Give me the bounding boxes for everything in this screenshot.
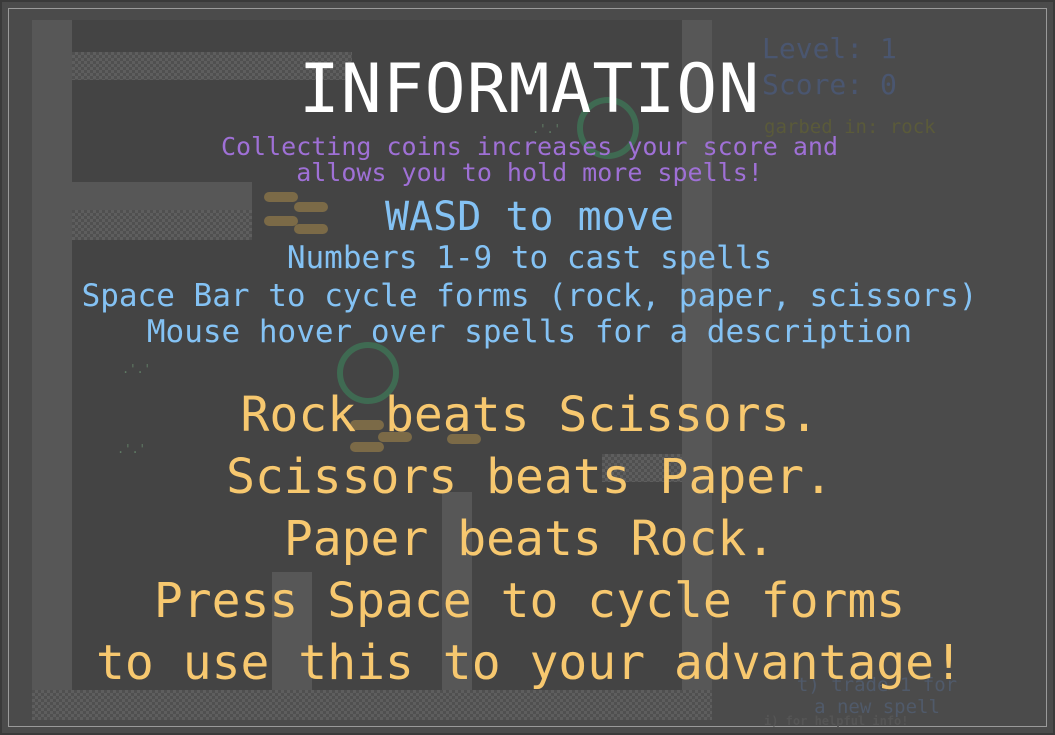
game-window: .'.' .'.' .'.' Level: 1 Score: 0 garbed … [0,0,1055,735]
form-controls: Space Bar to cycle forms (rock, paper, s… [81,278,978,314]
coins-info-line-1: Collecting coins increases your score an… [220,132,839,161]
coins-info-line-2: allows you to hold more spells! [296,158,763,187]
move-controls: WASD to move [385,194,674,240]
overlay-title: INFORMATION [298,50,761,129]
cycle-hint-line-2: to use this to your advantage! [96,635,963,691]
rule-paper: Paper beats Rock. [283,511,776,567]
spell-controls: Numbers 1-9 to cast spells [286,240,773,276]
cycle-hint-line-1: Press Space to cycle forms [153,573,906,629]
information-overlay[interactable]: INFORMATION Collecting coins increases y… [2,2,1053,733]
rule-scissors: Scissors beats Paper. [226,449,833,505]
rule-rock: Rock beats Scissors. [240,387,819,443]
hover-controls: Mouse hover over spells for a descriptio… [146,314,913,350]
